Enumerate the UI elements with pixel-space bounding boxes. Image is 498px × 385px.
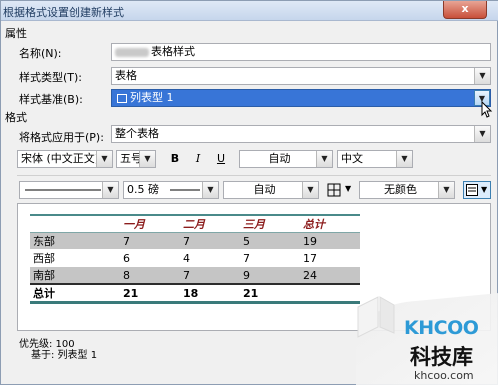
line-weight-value: 0.5 磅: [127, 183, 159, 196]
language-select[interactable]: 中文 ▼: [337, 150, 413, 168]
shading-select[interactable]: 无颜色 ▼: [359, 181, 455, 199]
table-cell: 5: [240, 232, 300, 250]
table-cell: 7: [180, 232, 240, 250]
format-section-label: 格式: [5, 111, 27, 124]
based-on-value: 列表型 1: [130, 91, 174, 104]
shading-value: 无颜色: [384, 183, 417, 196]
table-cell: 7: [180, 266, 240, 284]
font-size-select[interactable]: 五号 ▼: [116, 150, 156, 168]
watermark-name: 科技库: [410, 345, 473, 369]
font-color-select[interactable]: 自动 ▼: [239, 150, 333, 168]
row-label: 南部: [30, 266, 120, 284]
font-color-value: 自动: [268, 152, 291, 165]
chevron-down-icon: ▼: [481, 185, 488, 194]
table-row: 西部 6 4 7 17: [30, 249, 360, 267]
table-cell: [300, 283, 360, 304]
chevron-down-icon[interactable]: ▼: [438, 182, 454, 198]
line-style-preview: [25, 189, 101, 191]
table-cell: 8: [120, 266, 180, 284]
chevron-down-icon[interactable]: ▼: [316, 151, 332, 167]
based-on-text: 基于: 列表型 1: [31, 350, 98, 361]
style-type-label: 样式类型(T):: [19, 71, 83, 84]
chevron-down-icon[interactable]: ▼: [302, 182, 318, 198]
header-cell: 二月: [180, 214, 240, 233]
style-type-value: 表格: [115, 69, 137, 82]
table-cell: 7: [240, 249, 300, 267]
underline-button[interactable]: U: [212, 150, 230, 168]
table-cell: 7: [120, 232, 180, 250]
redacted-text: [115, 47, 149, 57]
chevron-down-icon[interactable]: ▼: [474, 68, 490, 84]
total-row: 总计 21 18 21: [30, 283, 360, 304]
header-cell: 三月: [240, 214, 300, 233]
header-cell: 一月: [120, 214, 180, 233]
table-cell: 21: [240, 283, 300, 304]
chevron-down-icon[interactable]: ▼: [96, 151, 112, 167]
preview-header-row: 一月 二月 三月 总计: [30, 214, 360, 233]
text-wrap-icon: [466, 184, 478, 196]
window-title: 根据格式设置创建新样式: [3, 6, 124, 19]
apply-to-select[interactable]: 整个表格 ▼: [111, 125, 491, 143]
based-on-select[interactable]: 列表型 1 ▼: [111, 89, 491, 107]
chevron-down-icon[interactable]: ▼: [139, 151, 155, 167]
table-cell: 9: [240, 266, 300, 284]
bold-button[interactable]: B: [166, 150, 184, 168]
border-color-select[interactable]: 自动 ▼: [223, 181, 319, 199]
header-cell: [30, 214, 120, 233]
table-style-icon: [117, 93, 127, 103]
header-cell: 总计: [300, 214, 360, 233]
dialog-window: 根据格式设置创建新样式 x 属性 名称(N): 表格样式 样式类型(T): 表格…: [0, 0, 498, 385]
row-label: 总计: [30, 283, 120, 304]
style-description: 优先级: 100 基于: 列表型 1: [19, 339, 97, 361]
table-cell: 21: [120, 283, 180, 304]
line-weight-preview: [170, 189, 200, 191]
table-row: 南部 8 7 9 24: [30, 266, 360, 284]
watermark-logo: KHCOO 科技库 khcoo.com: [356, 293, 498, 385]
apply-to-value: 整个表格: [115, 127, 159, 140]
table-cell: 4: [180, 249, 240, 267]
language-value: 中文: [341, 152, 363, 165]
chevron-down-icon: ▼: [345, 184, 352, 193]
mouse-cursor-icon: [481, 101, 493, 118]
table-cell: 19: [300, 232, 360, 250]
table-cell: 17: [300, 249, 360, 267]
divider: [17, 175, 491, 176]
row-label: 东部: [30, 232, 120, 250]
name-label: 名称(N):: [19, 47, 62, 60]
font-select[interactable]: 宋体 (中文正文) ▼: [17, 150, 113, 168]
name-value: 表格样式: [151, 45, 195, 58]
row-label: 西部: [30, 249, 120, 267]
italic-button[interactable]: I: [189, 150, 207, 168]
table-cell: 18: [180, 283, 240, 304]
chevron-down-icon[interactable]: ▼: [202, 182, 218, 198]
line-style-select[interactable]: ▼: [19, 181, 119, 199]
table-cell: 6: [120, 249, 180, 267]
priority-text: 优先级: 100: [19, 339, 75, 350]
title-bar: 根据格式设置创建新样式 x: [1, 1, 498, 21]
table-cell: 24: [300, 266, 360, 284]
preview-table: 一月 二月 三月 总计 东部 7 7 5 19 西部 6 4 7 17 南部 8…: [30, 214, 360, 304]
font-value: 宋体 (中文正文): [21, 152, 100, 165]
more-options-button[interactable]: ▼: [463, 181, 491, 199]
properties-section-label: 属性: [5, 27, 27, 40]
chevron-down-icon[interactable]: ▼: [474, 126, 490, 142]
chevron-down-icon[interactable]: ▼: [396, 151, 412, 167]
borders-icon: [327, 183, 341, 197]
name-field[interactable]: 表格样式: [111, 43, 491, 61]
based-on-label: 样式基准(B):: [19, 93, 83, 106]
table-row: 东部 7 7 5 19: [30, 232, 360, 250]
style-type-select[interactable]: 表格 ▼: [111, 67, 491, 85]
close-button[interactable]: x: [443, 1, 487, 19]
watermark-brand: KHCOO: [404, 317, 479, 339]
apply-to-label: 将格式应用于(P):: [19, 131, 104, 144]
borders-button[interactable]: ▼: [325, 181, 355, 199]
watermark-url: khcoo.com: [414, 369, 474, 382]
border-color-value: 自动: [253, 183, 276, 196]
chevron-down-icon[interactable]: ▼: [102, 182, 118, 198]
line-weight-select[interactable]: 0.5 磅 ▼: [123, 181, 219, 199]
